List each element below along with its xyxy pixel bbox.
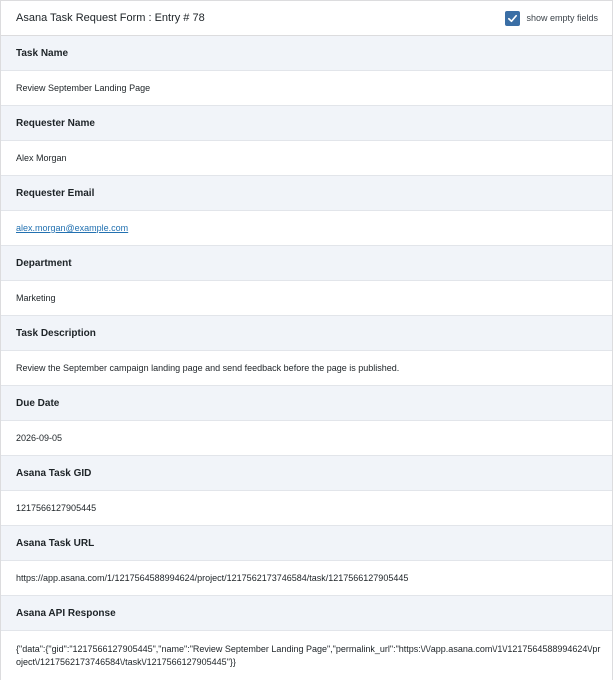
field-label-department: Department xyxy=(1,246,612,281)
field-label-task-name: Task Name xyxy=(1,36,612,71)
field-value-task-name: Review September Landing Page xyxy=(1,71,612,106)
field-value-due-date: 2026-09-05 xyxy=(1,421,612,456)
field-value-requester-name: Alex Morgan xyxy=(1,141,612,176)
field-value-department: Marketing xyxy=(1,281,612,316)
show-empty-fields-label: show empty fields xyxy=(526,13,598,23)
entry-panel: Asana Task Request Form : Entry # 78 sho… xyxy=(0,0,613,681)
entry-header: Asana Task Request Form : Entry # 78 sho… xyxy=(1,1,612,36)
field-value-asana-api-response: {"data":{"gid":"1217566127905445","name"… xyxy=(1,631,612,681)
field-value-requester-email: alex.morgan@example.com xyxy=(1,211,612,246)
show-empty-fields-toggle[interactable]: show empty fields xyxy=(505,10,598,26)
checkmark-icon xyxy=(508,14,518,22)
field-value-task-description: Review the September campaign landing pa… xyxy=(1,351,612,386)
field-label-requester-email: Requester Email xyxy=(1,176,612,211)
field-label-asana-api-response: Asana API Response xyxy=(1,596,612,631)
field-value-asana-task-url: https://app.asana.com/1/1217564588994624… xyxy=(1,561,612,596)
field-label-task-description: Task Description xyxy=(1,316,612,351)
field-label-due-date: Due Date xyxy=(1,386,612,421)
field-label-requester-name: Requester Name xyxy=(1,106,612,141)
field-value-asana-task-gid: 1217566127905445 xyxy=(1,491,612,526)
show-empty-fields-checkbox[interactable] xyxy=(505,10,521,26)
entry-title: Asana Task Request Form : Entry # 78 xyxy=(16,12,205,24)
requester-email-link[interactable]: alex.morgan@example.com xyxy=(16,223,128,233)
field-label-asana-task-gid: Asana Task GID xyxy=(1,456,612,491)
field-label-asana-task-url: Asana Task URL xyxy=(1,526,612,561)
